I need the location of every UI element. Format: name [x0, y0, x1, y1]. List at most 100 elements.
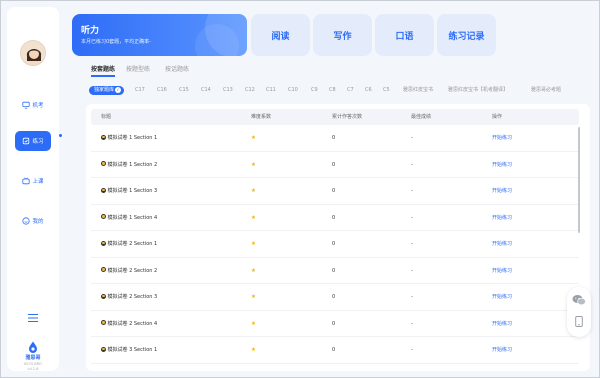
column-header-title: 标题	[101, 114, 112, 120]
subtab-by-set[interactable]: 按套题练	[91, 64, 115, 73]
filter-chip[interactable]: C16	[157, 86, 167, 95]
filter-chip[interactable]: C14	[201, 86, 211, 95]
sidebar-item-class[interactable]: 上课	[15, 171, 51, 191]
page-title: 听力	[81, 26, 100, 36]
filter-chip[interactable]: C9	[311, 86, 318, 95]
start-practice-link[interactable]: 开始练习	[492, 231, 512, 257]
cell-best-score: -	[411, 267, 413, 274]
cell-best-score: -	[411, 161, 413, 168]
row-title-text: 模拟试卷 2 Section 3	[107, 294, 158, 300]
start-practice-link[interactable]: 开始练习	[492, 205, 512, 231]
tab-practice-record[interactable]: 练习记录	[437, 14, 496, 56]
cell-difficulty: ★	[251, 320, 256, 327]
avatar[interactable]	[20, 40, 46, 66]
cell-difficulty: ★	[251, 161, 256, 168]
menu-icon[interactable]	[27, 313, 39, 323]
sidebar: 机考 练习 上课 我的 雅思哥 IELTS BRO v4.1.6	[7, 7, 59, 371]
practice-table: 标题 难度系数 累计作答次数 最佳成绩 操作 模拟试卷 1 Section 1 ★…	[86, 104, 590, 371]
wechat-icon[interactable]	[572, 294, 586, 306]
start-practice-link[interactable]: 开始练习	[492, 125, 512, 151]
row-title-text: 模拟试卷 2 Section 1	[107, 241, 158, 247]
cell-attempts: 0	[332, 241, 336, 247]
headphone-icon	[101, 293, 106, 299]
cell-attempts: 0	[332, 188, 336, 194]
tab-writing[interactable]: 写作	[313, 14, 372, 56]
subtab-by-type[interactable]: 按题型练	[126, 64, 150, 73]
row-title-text: 模拟试卷 1 Section 4	[107, 214, 158, 221]
table-row: 模拟试卷 3 Section 1 ★ 0 - 开始练习	[91, 337, 579, 364]
cell-attempts: 0	[332, 214, 336, 221]
chevron-down-icon: ✓	[115, 87, 122, 93]
sidebar-item-mine[interactable]: 我的	[15, 211, 51, 231]
filter-chip[interactable]: C11	[266, 86, 276, 95]
start-practice-link[interactable]: 开始练习	[492, 152, 512, 178]
subtab-by-topic[interactable]: 按话题练	[165, 64, 189, 73]
tv-icon	[22, 177, 31, 185]
filter-chip[interactable]: 雅思哥必考题	[531, 86, 561, 95]
row-title-text: 模拟试卷 3 Section 1	[107, 347, 158, 353]
cell-best-score: -	[411, 320, 413, 327]
monitor-icon	[22, 101, 31, 109]
start-practice-link[interactable]: 开始练习	[492, 284, 512, 310]
table-row: 模拟试卷 2 Section 1 ★ 0 - 开始练习	[91, 231, 579, 258]
filter-chip[interactable]: C8	[329, 86, 336, 95]
active-indicator-dot	[59, 134, 62, 137]
headphone-icon	[101, 214, 106, 219]
phone-icon[interactable]	[575, 316, 583, 327]
row-title-text: 模拟试卷 1 Section 1	[107, 135, 158, 141]
filter-chip[interactable]: C15	[179, 86, 189, 95]
filter-chip[interactable]: C13	[223, 86, 233, 95]
table-row: 模拟试卷 1 Section 3 ★ 0 - 开始练习	[91, 178, 579, 205]
listening-card[interactable]: 听力 本月已练习0套题，平均正确率-	[72, 14, 247, 56]
cell-best-score: -	[411, 214, 413, 221]
cell-attempts: 0	[332, 135, 336, 141]
cell-title: 模拟试卷 1 Section 2	[101, 152, 157, 178]
cell-best-score: -	[411, 294, 413, 300]
table-row: 模拟试卷 1 Section 4 ★ 0 - 开始练习	[91, 205, 579, 231]
start-practice-link[interactable]: 开始练习	[492, 258, 512, 284]
sidebar-item-label: 机考	[32, 103, 44, 109]
table-row: 模拟试卷 2 Section 2 ★ 0 - 开始练习	[91, 258, 579, 284]
filter-chip[interactable]: C17	[135, 86, 145, 95]
brand-logo: 雅思哥 IELTS BRO v4.1.6	[19, 341, 47, 371]
tab-speaking[interactable]: 口语	[375, 14, 434, 56]
practice-summary: 本月已练习0套题，平均正确率-	[81, 39, 151, 45]
filter-chip[interactable]: C10	[288, 86, 298, 95]
app-window: 机考 练习 上课 我的 雅思哥 IELTS BRO v4.1.6 听力 本月已练…	[0, 0, 600, 378]
filter-chip-label: 独家题库	[94, 87, 115, 93]
cell-difficulty: ★	[251, 188, 256, 194]
filter-chip[interactable]: C5	[383, 86, 390, 95]
cell-title: 模拟试卷 2 Section 3	[101, 284, 157, 310]
start-practice-link[interactable]: 开始练习	[492, 311, 512, 337]
column-header-attempts: 累计作答次数	[332, 114, 363, 120]
table-header: 标题 难度系数 累计作答次数 最佳成绩 操作	[91, 109, 579, 125]
cell-best-score: -	[411, 347, 413, 353]
table-row: 模拟试卷 2 Section 4 ★ 0 - 开始练习	[91, 311, 579, 337]
cell-difficulty: ★	[251, 294, 256, 300]
cell-title: 模拟试卷 2 Section 2	[101, 258, 157, 284]
column-header-action: 操作	[492, 114, 503, 120]
headphone-icon	[101, 161, 106, 166]
filter-chip[interactable]: C12	[245, 86, 255, 95]
table-row: 模拟试卷 1 Section 2 ★ 0 - 开始练习	[91, 152, 579, 178]
filter-chip[interactable]: 雅思红皮宝书【机考翻译】	[448, 86, 508, 95]
sidebar-item-practice[interactable]: 练习	[15, 131, 51, 151]
filter-chip-exclusive[interactable]: 独家题库 ✓	[89, 86, 125, 95]
sidebar-item-exam[interactable]: 机考	[15, 95, 51, 115]
cell-title: 模拟试卷 1 Section 1	[101, 125, 157, 151]
filter-chip[interactable]: C7	[347, 86, 354, 95]
cell-best-score: -	[411, 135, 413, 141]
headphone-icon	[101, 187, 106, 193]
filter-chip[interactable]: C6	[365, 86, 372, 95]
practice-icon	[23, 137, 30, 145]
scrollbar[interactable]	[578, 127, 580, 233]
tab-reading[interactable]: 阅读	[251, 14, 310, 56]
headphone-icon	[101, 240, 106, 246]
cell-difficulty: ★	[251, 267, 256, 274]
start-practice-link[interactable]: 开始练习	[492, 178, 512, 204]
cell-title: 模拟试卷 1 Section 3	[101, 178, 157, 204]
filter-chip[interactable]: 雅思红皮宝书	[403, 86, 433, 95]
start-practice-link[interactable]: 开始练习	[492, 337, 512, 363]
version-label: v4.1.6	[27, 367, 39, 371]
table-row: 模拟试卷 2 Section 3 ★ 0 - 开始练习	[91, 284, 579, 311]
